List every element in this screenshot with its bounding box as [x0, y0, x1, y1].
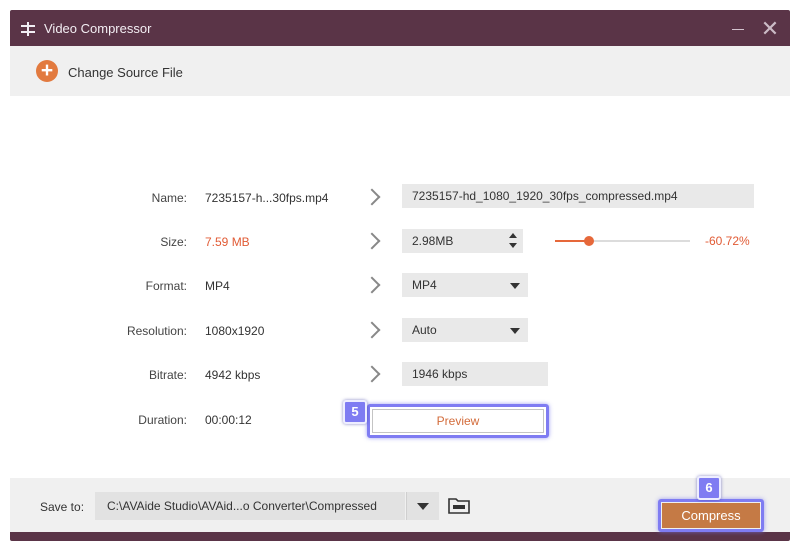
format-dropdown[interactable]: MP4 [402, 273, 528, 297]
step-badge-5: 5 [343, 400, 367, 424]
chevron-right-icon [363, 232, 381, 250]
name-label: Name: [151, 191, 187, 205]
plus-icon[interactable]: + [36, 60, 58, 82]
source-duration: 00:00:12 [205, 413, 252, 427]
video-compressor-window: Video Compressor ✕ + Change Source File … [10, 10, 790, 541]
chevron-down-icon [510, 328, 520, 334]
save-path-field[interactable]: C:\AVAide Studio\AVAid...o Converter\Com… [95, 492, 405, 520]
output-size-value: 2.98MB [412, 234, 454, 248]
minimize-icon[interactable] [728, 19, 748, 39]
toolbar: + Change Source File [10, 46, 790, 96]
resolution-value: Auto [412, 323, 437, 337]
bitrate-label: Bitrate: [148, 368, 187, 382]
compression-settings: Name: 7235157-h...30fps.mp4 7235157-hd_1… [10, 96, 790, 478]
size-reduction-percent: -60.72% [705, 234, 750, 248]
slider-thumb[interactable] [583, 236, 594, 246]
chevron-down-icon [417, 503, 429, 510]
duration-label: Duration: [138, 413, 187, 427]
close-icon[interactable]: ✕ [760, 18, 780, 40]
format-label: Format: [145, 279, 187, 293]
source-format: MP4 [205, 279, 230, 293]
output-name-field[interactable]: 7235157-hd_1080_1920_30fps_compressed.mp… [402, 184, 754, 208]
resolution-dropdown[interactable]: Auto [402, 318, 528, 342]
resolution-label: Resolution: [126, 324, 187, 338]
source-name: 7235157-h...30fps.mp4 [205, 191, 329, 205]
save-path-dropdown[interactable] [406, 492, 439, 520]
decrement-icon[interactable] [509, 243, 517, 248]
format-value: MP4 [412, 278, 437, 292]
footer-bar: Save to: C:\AVAide Studio\AVAid...o Conv… [10, 476, 790, 532]
chevron-right-icon [363, 365, 381, 383]
title-bar: Video Compressor ✕ [10, 10, 790, 46]
preview-highlight [367, 404, 549, 438]
increment-icon[interactable] [509, 233, 517, 238]
chevron-right-icon [363, 188, 381, 206]
compress-highlight [658, 499, 764, 532]
source-size: 7.59 MB [205, 235, 250, 249]
size-label: Size: [160, 235, 187, 249]
step-badge-6: 6 [697, 476, 721, 500]
output-bitrate-field[interactable]: 1946 kbps [402, 362, 548, 386]
chevron-right-icon [363, 321, 381, 339]
source-resolution: 1080x1920 [205, 324, 265, 338]
change-source-file-button[interactable]: Change Source File [68, 65, 183, 80]
save-to-label: Save to: [40, 500, 85, 514]
window-title: Video Compressor [44, 21, 152, 36]
source-bitrate: 4942 kbps [205, 368, 261, 382]
size-slider[interactable] [555, 236, 690, 246]
folder-icon[interactable] [448, 496, 470, 514]
compress-icon [21, 22, 35, 36]
chevron-down-icon [510, 283, 520, 289]
chevron-right-icon [363, 276, 381, 294]
output-size-stepper[interactable]: 2.98MB [402, 229, 523, 253]
